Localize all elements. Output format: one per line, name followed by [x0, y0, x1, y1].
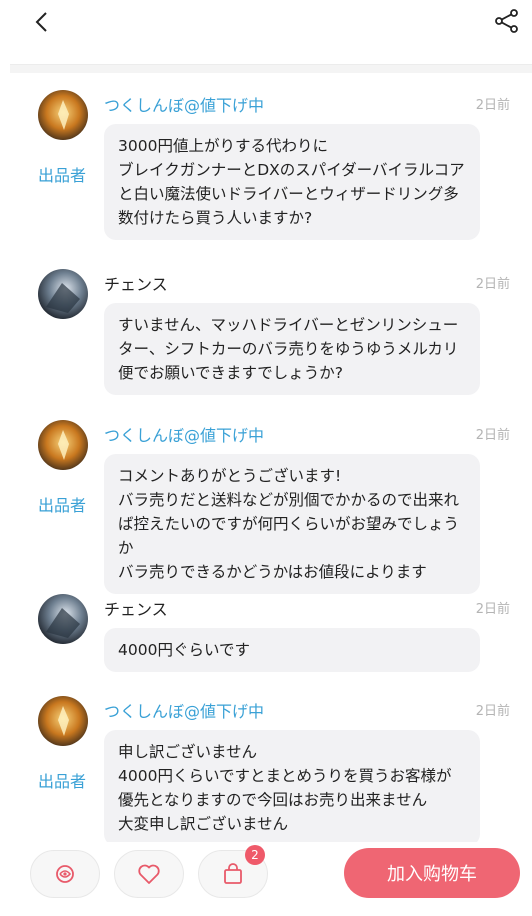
chevron-left-icon: [35, 12, 47, 32]
add-to-cart-button[interactable]: 加入购物车: [344, 848, 520, 898]
comment-text: すいません、マッハドライバーとゼンリンシューター、シフトカーのバラ売りをゆうゆう…: [104, 303, 480, 395]
comment-time: 2日前: [475, 602, 510, 617]
comment-author[interactable]: つくしんぼ@値下げ中: [104, 92, 264, 116]
seller-badge: 出品者: [38, 496, 87, 515]
comment-feed[interactable]: 出品者 つくしんぼ@値下げ中 2日前 3000円値上がりする代わりに ブレイクガ…: [0, 72, 532, 842]
comment-author[interactable]: つくしんぼ@値下げ中: [104, 698, 264, 722]
comment-time: 2日前: [475, 277, 510, 292]
bottom-action-bar: 2 加入购物车: [0, 842, 532, 916]
back-button[interactable]: [28, 8, 56, 36]
comment-item: 出品者 つくしんぼ@値下げ中 2日前 3000円値上がりする代わりに ブレイクガ…: [0, 78, 532, 240]
heart-icon: [138, 864, 160, 884]
avatar[interactable]: [38, 696, 88, 746]
comment-author[interactable]: チェンス: [104, 596, 168, 620]
comment-time: 2日前: [475, 428, 510, 443]
avatar[interactable]: [38, 90, 88, 140]
avatar[interactable]: [38, 269, 88, 319]
bag-button[interactable]: 2: [198, 845, 268, 898]
avatar[interactable]: [38, 594, 88, 644]
seller-badge: 出品者: [38, 166, 87, 185]
comment-text: 申し訳ございません 4000円くらいですとまとめうりを買うお客様が優先となります…: [104, 730, 480, 842]
avatar[interactable]: [38, 420, 88, 470]
comment-author[interactable]: つくしんぼ@値下げ中: [104, 422, 264, 446]
comment-item: 出品者 つくしんぼ@値下げ中 2日前 コメントありがとうございます! バラ売りだ…: [0, 408, 532, 594]
shop-button[interactable]: [30, 850, 100, 898]
favorite-button[interactable]: [114, 850, 184, 898]
shop-icon: [56, 865, 74, 883]
comment-item: チェンス 2日前 すいません、マッハドライバーとゼンリンシューター、シフトカーの…: [0, 257, 532, 397]
seller-badge: 出品者: [38, 772, 87, 791]
comment-text: コメントありがとうございます! バラ売りだと送料などが別個でかかるので出来れば控…: [104, 454, 480, 594]
shopping-bag-icon: [224, 863, 242, 884]
comment-item: 出品者 つくしんぼ@値下げ中 2日前 申し訳ございません 4000円くらいですと…: [0, 684, 532, 842]
comment-text: 3000円値上がりする代わりに ブレイクガンナーとDXのスパイダーバイラルコアと…: [104, 124, 480, 240]
comment-text: 4000円ぐらいです: [104, 628, 480, 672]
top-bar: [0, 0, 532, 60]
comment-time: 2日前: [475, 704, 510, 719]
share-button[interactable]: [492, 6, 522, 36]
bag-count-badge: 2: [245, 845, 265, 865]
comment-author[interactable]: チェンス: [104, 271, 168, 295]
comment-time: 2日前: [475, 98, 510, 113]
share-icon: [495, 9, 518, 33]
comment-item: チェンス 2日前 4000円ぐらいです: [0, 582, 532, 682]
